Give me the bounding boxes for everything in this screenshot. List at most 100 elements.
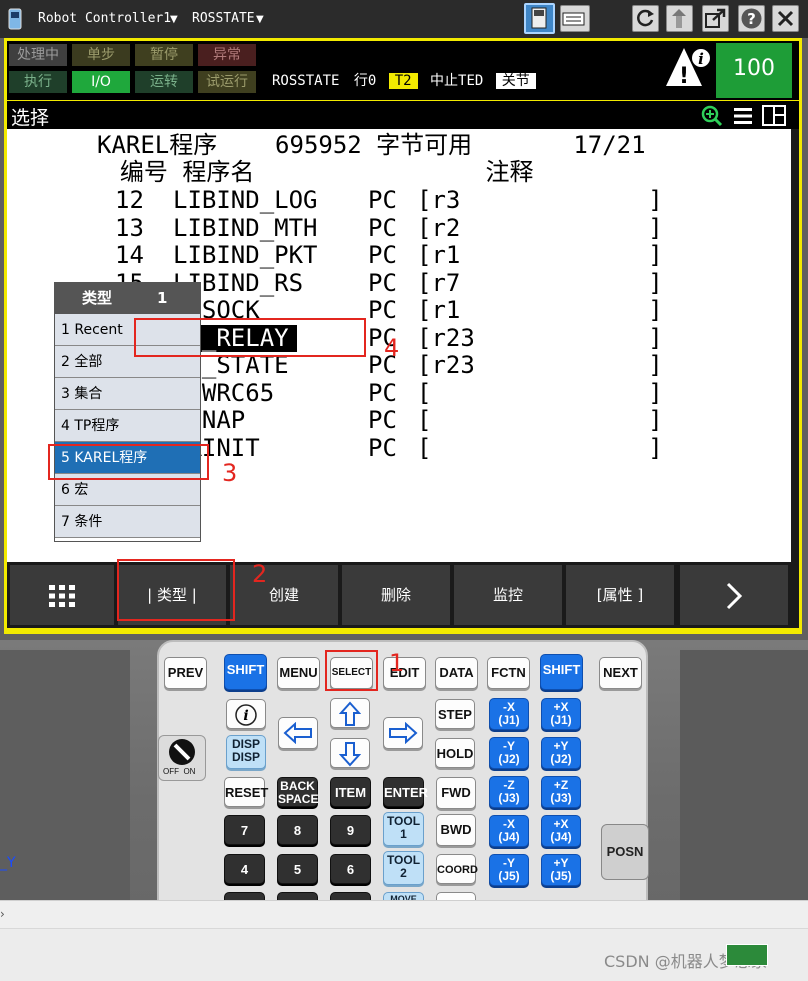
- row-number: 12: [115, 186, 144, 214]
- numpad-8-key[interactable]: 8: [277, 815, 318, 845]
- arrow-down-icon: [338, 742, 362, 770]
- fkey-next-page-button[interactable]: [680, 565, 788, 625]
- chevron-down-icon[interactable]: ▼: [170, 14, 178, 25]
- posn-key[interactable]: POSN: [601, 824, 649, 880]
- chevron-right-icon[interactable]: ›: [0, 907, 5, 921]
- fkey-attribute-button[interactable]: [属性 ]: [566, 565, 674, 625]
- fkey-monitor-button[interactable]: 监控: [454, 565, 562, 625]
- led-step: 单步: [72, 44, 130, 66]
- screen-scrollbar[interactable]: [791, 129, 799, 562]
- annotation-box-2: [117, 559, 235, 621]
- refresh-icon: [637, 9, 654, 27]
- coord-key[interactable]: COORD: [436, 854, 478, 884]
- jog-positive-key[interactable]: +Y (J2): [541, 737, 581, 769]
- jog-positive-key[interactable]: +Y (J5): [541, 854, 581, 886]
- tool2-key[interactable]: TOOL 2: [383, 851, 424, 885]
- fkey-create-button[interactable]: 创建: [230, 565, 338, 625]
- jog-negative-key[interactable]: -Y (J2): [489, 737, 529, 769]
- numpad-7-key[interactable]: 7: [224, 815, 265, 845]
- fwd-key[interactable]: FWD: [436, 777, 476, 809]
- menu-key[interactable]: MENU: [277, 657, 320, 689]
- external-link-button[interactable]: [702, 5, 729, 32]
- keyboard-icon: [562, 12, 585, 26]
- popup-item[interactable]: 4 TP程序: [55, 410, 200, 442]
- jog-positive-key[interactable]: +Z (J3): [541, 776, 581, 808]
- reset-key[interactable]: RESET: [224, 777, 268, 807]
- jog-negative-key[interactable]: -Z (J3): [489, 776, 529, 808]
- fctn-key[interactable]: FCTN: [487, 657, 530, 689]
- tool-number: 2: [400, 866, 407, 880]
- controller-label[interactable]: Robot Controller1: [38, 11, 171, 26]
- arrow-left-icon: [283, 721, 313, 747]
- row-number: 14: [115, 241, 144, 269]
- jog-button[interactable]: [666, 5, 693, 32]
- enter-key[interactable]: ENTER: [383, 777, 428, 807]
- backspace-key[interactable]: BACK SPACE: [277, 777, 318, 807]
- arrow-right-key[interactable]: [383, 717, 423, 749]
- program-label[interactable]: ROSSTATE: [192, 11, 255, 26]
- jog-positive-key[interactable]: +X (J4): [541, 815, 581, 847]
- pendant-app-icon: [8, 6, 22, 32]
- arrow-up-icon: [338, 701, 362, 730]
- fkey-delete-button[interactable]: 删除: [342, 565, 450, 625]
- override-value: 100: [733, 56, 775, 81]
- override-display[interactable]: 100: [716, 43, 792, 98]
- jog-negative-key[interactable]: -Y (J5): [489, 854, 529, 886]
- disp-key[interactable]: DISP DISP: [226, 735, 266, 769]
- refresh-button[interactable]: [632, 5, 659, 32]
- list-menu-icon[interactable]: [733, 106, 753, 126]
- arrow-down-key[interactable]: [330, 738, 370, 768]
- bwd-key[interactable]: BWD: [436, 814, 476, 846]
- title-bar: Robot Controller1 ▼ ROSSTATE ▼ ?: [0, 0, 808, 38]
- numpad-5-key[interactable]: 5: [277, 854, 318, 884]
- arrow-up-key[interactable]: [330, 698, 370, 728]
- info-key[interactable]: i: [226, 699, 266, 729]
- led-fault: 异常: [198, 44, 256, 66]
- pendant-view-button[interactable]: [524, 3, 555, 34]
- row-comment: [r2 ]: [417, 213, 663, 242]
- tray-icon: [726, 944, 768, 966]
- data-key[interactable]: DATA: [435, 657, 478, 689]
- led-tcyc: 试运行: [198, 71, 256, 93]
- help-button[interactable]: ?: [738, 5, 765, 32]
- zoom-in-icon[interactable]: [701, 105, 723, 127]
- numpad-6-key[interactable]: 6: [330, 854, 371, 884]
- table-row[interactable]: 12 LIBIND_LOG PC [r3 ]: [7, 187, 791, 214]
- item-key[interactable]: ITEM: [330, 777, 371, 807]
- row-comment: [r3 ]: [417, 186, 663, 214]
- numpad-9-key[interactable]: 9: [330, 815, 371, 845]
- next-key[interactable]: NEXT: [599, 657, 642, 689]
- jog-joint-label: (J2): [498, 752, 520, 766]
- enable-switch[interactable]: OFF ON: [158, 735, 206, 781]
- annotation-label-3: 3: [222, 459, 238, 487]
- jog-positive-key[interactable]: +X (J1): [541, 698, 581, 730]
- arrow-left-key[interactable]: [278, 717, 318, 749]
- table-row[interactable]: 13 LIBIND_MTH PC [r2 ]: [7, 213, 791, 242]
- shift-right-key[interactable]: SHIFT: [540, 654, 583, 690]
- warning-info-icon[interactable]: ! i: [664, 44, 712, 90]
- step-key[interactable]: STEP: [435, 699, 475, 729]
- row-comment: [r1 ]: [417, 296, 663, 324]
- fkey-menu-button[interactable]: [10, 565, 114, 625]
- popup-item[interactable]: 7 条件: [55, 506, 200, 538]
- chevron-right-icon: [726, 582, 743, 610]
- led-hold: 暂停: [135, 44, 193, 66]
- tool-number: 1: [400, 827, 407, 841]
- jog-negative-key[interactable]: -X (J1): [489, 698, 529, 730]
- popup-item[interactable]: 3 集合: [55, 378, 200, 410]
- table-row[interactable]: 14 LIBIND_PKT PC [r1 ]: [7, 242, 791, 269]
- prev-key[interactable]: PREV: [164, 657, 207, 689]
- annotation-box-1: [325, 650, 378, 691]
- svg-text:?: ?: [747, 10, 756, 28]
- jog-negative-key[interactable]: -X (J4): [489, 815, 529, 847]
- chevron-down-icon[interactable]: ▼: [256, 14, 264, 25]
- row-type: PC: [368, 406, 397, 434]
- numpad-4-key[interactable]: 4: [224, 854, 265, 884]
- status-joint: 关节: [495, 73, 536, 89]
- shift-left-key[interactable]: SHIFT: [224, 654, 267, 690]
- close-button[interactable]: [772, 5, 799, 32]
- tool1-key[interactable]: TOOL 1: [383, 812, 424, 846]
- keyboard-button[interactable]: [560, 5, 590, 32]
- hold-key[interactable]: HOLD: [435, 738, 475, 768]
- split-view-icon[interactable]: [762, 105, 786, 126]
